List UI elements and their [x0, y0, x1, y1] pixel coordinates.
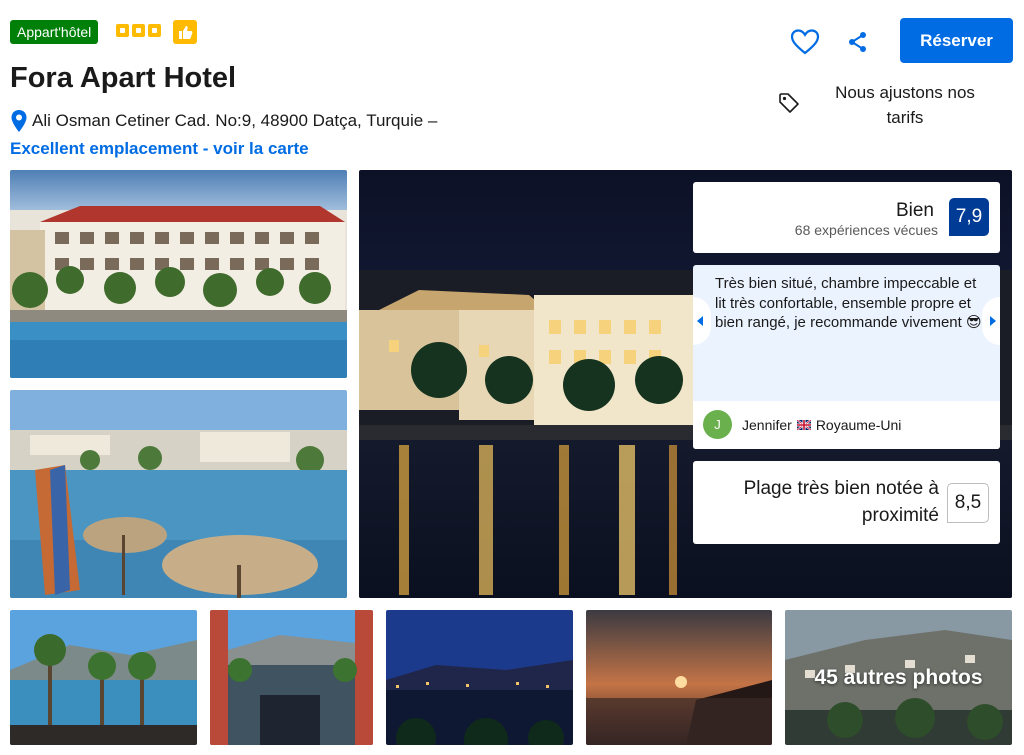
thumbs-up-icon[interactable] [173, 20, 197, 44]
rating-word: Bien [895, 200, 934, 221]
review-score-badge: 7,9 [949, 198, 989, 236]
map-pin-icon [11, 110, 27, 132]
rating-card[interactable]: Bien 68 expériences vécues 7,9 [693, 182, 1000, 253]
star-icon [116, 24, 129, 37]
avatar: J [703, 410, 732, 439]
uk-flag-icon [796, 420, 811, 430]
map-link[interactable]: Excellent emplacement - voir la carte [10, 139, 309, 159]
price-adjust-note: Nous ajustons nos tarifs [835, 83, 975, 127]
reviewer-country: Royaume-Uni [815, 417, 902, 433]
thumbnail-terrace[interactable] [210, 610, 373, 745]
review-count: 68 expériences vécues [794, 222, 938, 238]
star-rating [116, 24, 161, 37]
address-row: Ali Osman Cetiner Cad. No:9, 48900 Datça… [10, 109, 437, 133]
more-photos-link[interactable]: 45 autres photos [785, 666, 1012, 690]
beach-label: Plage très bien notée à proximité [743, 478, 939, 526]
chevron-right-icon[interactable] [982, 297, 1000, 345]
heart-icon[interactable] [790, 28, 820, 56]
hotel-name: Fora Apart Hotel [10, 62, 237, 94]
property-type-badge: Appart'hôtel [10, 20, 99, 44]
reviewer-name: Jennifer [742, 417, 792, 433]
photo-beach-parasols[interactable] [10, 390, 347, 598]
address-text: Ali Osman Cetiner Cad. No:9, 48900 Datça… [32, 111, 438, 130]
price-tag-icon [778, 92, 800, 114]
thumbnail-sunset[interactable] [586, 610, 772, 745]
beach-score-badge: 8,5 [947, 483, 989, 523]
thumbnail-night-bay[interactable] [386, 610, 573, 745]
reviewer-info: Jennifer Royaume-Uni [742, 417, 901, 433]
photo-hotel-facade[interactable] [10, 170, 347, 378]
review-text: Très bien situé, chambre impeccable et l… [715, 275, 982, 331]
star-icon [132, 24, 145, 37]
share-icon[interactable] [846, 30, 870, 54]
star-icon [148, 24, 161, 37]
featured-review-card: Très bien situé, chambre impeccable et l… [693, 265, 1000, 449]
beach-rating-card[interactable]: Plage très bien notée à proximité 8,5 [693, 461, 1000, 544]
thumbnail-palm-bay[interactable] [10, 610, 197, 745]
reviewer-footer: J Jennifer Royaume-Uni [693, 401, 1000, 449]
reserve-button[interactable]: Réserver [900, 18, 1013, 63]
